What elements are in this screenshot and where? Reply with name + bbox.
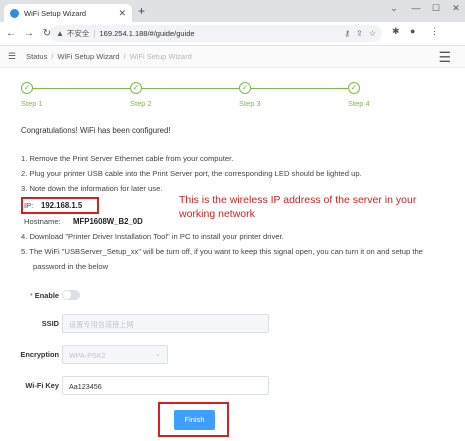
breadcrumb-separator: / [123,52,126,61]
ssid-input[interactable]: 设置专用信道接上网 [62,314,269,333]
wifikey-input[interactable]: Aa123456 [62,376,269,395]
step-2-label: Step 2 [130,99,152,108]
insecure-label: 不安全 [66,29,90,38]
encryption-row: Encryption WPA-PSK2 ⌄ [0,345,465,365]
close-tab-icon[interactable]: ✕ [118,8,126,19]
step-connector [33,88,130,89]
wifi-favicon-icon [10,8,19,18]
enable-row: * Enable [0,286,465,306]
extensions-icon[interactable]: ✱ [392,26,400,37]
encryption-select[interactable]: WPA-PSK2 ⌄ [62,345,168,364]
address-separator: | [93,29,96,38]
profile-icon[interactable]: ● [410,26,415,36]
share-icon[interactable]: ⇪ [356,29,363,38]
step-connector [142,88,239,89]
ssid-label: SSID [41,319,59,328]
browser-tab[interactable]: WiFi Setup Wizard ✕ [4,4,132,22]
step-4-label: Step 4 [348,99,370,108]
step-connector [251,88,348,89]
breadcrumb-separator: / [51,52,54,61]
enable-toggle[interactable] [62,290,80,300]
hamburger-menu-icon[interactable]: ☰ [438,49,451,66]
tab-title: WiFi Setup Wizard [24,8,87,18]
step-3-label: Step 3 [239,99,261,108]
star-icon[interactable]: ☆ [369,29,376,38]
maximize-icon[interactable]: ☐ [428,3,444,14]
close-window-icon[interactable]: ✕ [448,3,464,14]
ip-value: 192.168.1.5 [41,201,83,210]
instruction-3: 3. Note down the information for later u… [21,184,163,193]
wifikey-row: Wi-Fi Key Aa123456 [0,376,465,396]
wifikey-label: Wi-Fi Key [25,381,59,390]
step-1-label: Step 1 [21,99,43,108]
ip-label: IP: [24,201,34,210]
enable-label-text: Enable [34,291,59,300]
encryption-value: WPA-PSK2 [69,351,106,360]
hostname-label: Hostname: [24,217,61,226]
minimize-icon[interactable]: — [408,3,424,13]
step-4-check-icon: ✓ [348,82,360,94]
chevron-down-icon: ⌄ [155,351,161,358]
key-icon[interactable]: ⚷ [344,29,350,38]
step-1-check-icon: ✓ [21,82,33,94]
instruction-5: 5. The WiFi "USBServer_Setup_xx" will be… [21,247,423,256]
ip-annotation: This is the wireless IP address of the s… [179,194,417,220]
chevron-down-icon[interactable]: ⌄ [386,3,402,14]
instruction-2: 2. Plug your printer USB cable into the … [21,169,362,178]
address-bar[interactable]: ▲ 不安全 | 169.254.1.188/#/guide/guide ⚷ ⇪ … [50,25,382,42]
url-text[interactable]: 169.254.1.188/#/guide/guide [100,29,339,38]
instruction-1: 1. Remove the Print Server Ethernet cabl… [21,154,234,163]
finish-button[interactable]: Finish [174,410,215,430]
hostname-value: MFP1608W_B2_0D [73,217,143,226]
forward-icon[interactable]: → [22,28,36,39]
breadcrumb-wizard[interactable]: WiFi Setup Wizard [57,52,119,61]
step-2-check-icon: ✓ [130,82,142,94]
back-icon[interactable]: ← [4,28,18,39]
congrats-message: Congratulations! WiFi has been configure… [21,126,171,135]
instruction-4: 4. Download "Printer Driver Installation… [21,232,284,241]
app-header: ☰ Status / WiFi Setup Wizard / WiFi Setu… [0,46,465,68]
toggle-knob [63,291,71,299]
new-tab-icon[interactable]: + [138,4,145,18]
breadcrumb-status[interactable]: Status [26,52,47,61]
warning-icon[interactable]: ▲ [56,29,64,38]
instruction-5-continued: password in the below [33,262,109,271]
step-3-check-icon: ✓ [239,82,251,94]
breadcrumb-current: WiFi Setup Wizard [129,52,192,61]
browser-tab-bar: WiFi Setup Wizard ✕ + ⌄ — ☐ ✕ [0,0,465,22]
step-progress: ✓ ✓ ✓ ✓ Step 1 Step 2 Step 3 Step 4 [0,80,465,110]
browser-toolbar: ← → ↻ ▲ 不安全 | 169.254.1.188/#/guide/guid… [0,22,465,46]
enable-label: * Enable [29,291,59,300]
more-options-icon[interactable]: ⋮ [430,26,439,37]
ssid-row: SSID 设置专用信道接上网 [0,314,465,334]
menu-toggle-icon[interactable]: ☰ [8,51,16,62]
encryption-label: Encryption [20,350,59,359]
